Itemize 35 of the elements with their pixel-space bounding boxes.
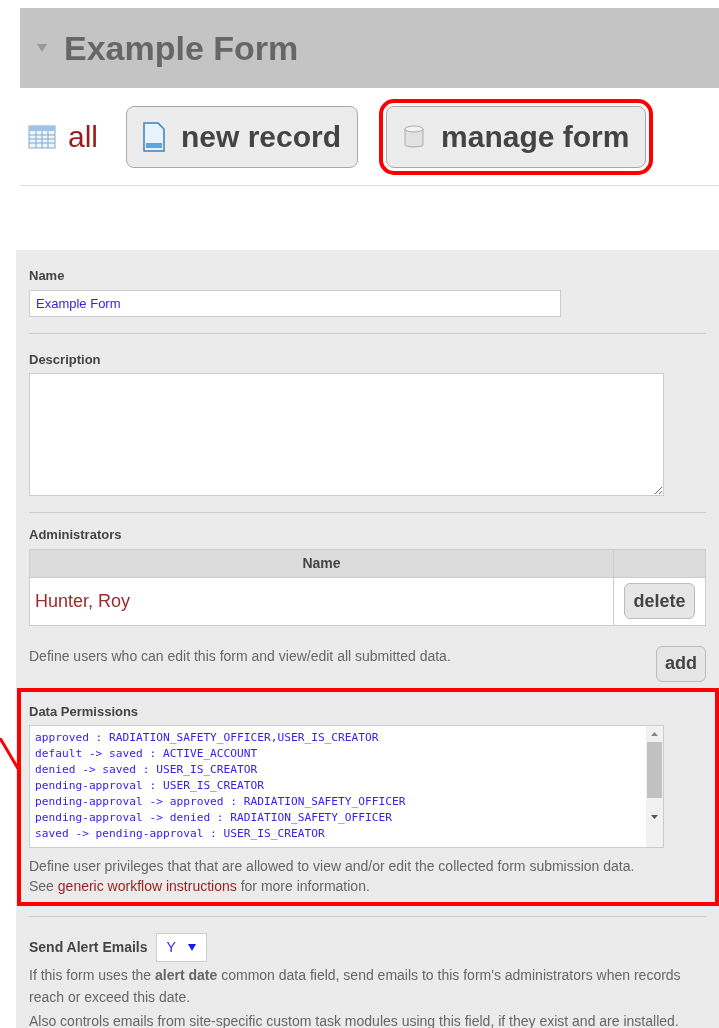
table-icon <box>28 124 56 149</box>
delete-button[interactable]: delete <box>624 583 695 619</box>
column-header: Name <box>29 549 614 577</box>
description-field[interactable] <box>29 373 664 496</box>
name-field[interactable]: Example Form <box>29 289 561 317</box>
add-button[interactable]: add <box>656 645 706 682</box>
data-permissions-field[interactable] <box>29 725 664 848</box>
help-text: See generic workflow instructions for more information. <box>29 877 371 896</box>
form-title: Example Form <box>64 27 299 69</box>
help-text: If this form uses the alert date common data field, send emails to this form's administrators when records reach or exceed this date. <box>29 966 682 1007</box>
workflow-instructions-link[interactable]: generic workflow instructions <box>57 878 237 894</box>
field-label: Administrators <box>29 526 123 544</box>
field-label: Data Permissions <box>29 702 140 721</box>
field-label: Send Alert Emails <box>29 938 148 957</box>
help-text: Define user privileges that that are allowed to view and/or edit the collected form submission data. <box>29 857 636 876</box>
alert-emails-select[interactable]: Y <box>155 933 207 962</box>
permission-line: approved : RADIATION_SAFETY_OFFICER,USER_IS_CREATOR <box>35 730 380 746</box>
triangle-down-icon[interactable] <box>36 43 48 53</box>
cylinder-icon <box>403 123 426 150</box>
permission-line: denied -> saved : USER_IS_CREATOR <box>35 762 259 778</box>
dropdown-arrow-icon <box>187 944 196 951</box>
field-label: Name <box>29 267 66 285</box>
help-text: Also controls emails from site-specific custom task modules using this field, if they exist and are installed. <box>29 1012 680 1028</box>
all-link[interactable]: all <box>68 114 98 159</box>
document-icon <box>143 121 165 152</box>
permission-line: pending-approval : USER_IS_CREATOR <box>35 778 265 794</box>
permission-line: pending-approval -> denied : RADIATION_SAFETY_OFFICER <box>35 810 393 826</box>
table-cell: Hunter, Roy <box>29 577 614 625</box>
permission-line: pending-approval -> approved : RADIATION_SAFETY_OFFICER <box>35 794 407 810</box>
field-label: Description <box>29 350 102 369</box>
toolbar-button[interactable]: new record <box>126 105 359 168</box>
permission-line: saved -> pending-approval : USER_IS_CREATOR <box>35 826 326 842</box>
help-text: Define users who can edit this form and view/edit all submitted data. <box>29 646 451 666</box>
scrollbar[interactable] <box>646 726 663 847</box>
permission-line: default -> saved : ACTIVE_ACCOUNT <box>35 746 259 762</box>
